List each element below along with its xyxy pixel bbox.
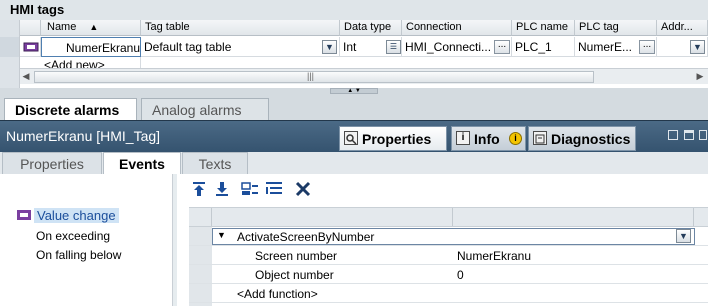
restore-window-icon[interactable] <box>668 130 678 140</box>
collapse-arrow-icon[interactable]: ▼ <box>217 230 226 240</box>
param-value[interactable]: 0 <box>457 268 464 282</box>
tag-icon <box>20 37 41 57</box>
function-grid-header <box>189 207 708 227</box>
param-name: Screen number <box>255 249 338 263</box>
icon-column-header <box>20 20 41 36</box>
sort-asc-icon: ▲ <box>89 22 99 32</box>
inspector-object-title: NumerEkranu [HMI_Tag] <box>6 128 161 144</box>
event-on-falling-below[interactable]: On falling below <box>36 248 121 262</box>
move-down-icon[interactable] <box>212 181 232 201</box>
float-window-icon[interactable] <box>699 130 707 140</box>
horizontal-scrollbar[interactable]: ◀ ||| ▶ <box>20 68 708 84</box>
expand-all-icon[interactable] <box>240 181 260 201</box>
plc-tag-browse-button[interactable]: ... <box>639 40 655 54</box>
sub-tabs-bar: Properties Events Texts <box>0 152 708 174</box>
tab-analog-alarms[interactable]: Analog alarms <box>141 98 269 120</box>
tag-name-cell[interactable]: NumerEkranu <box>41 37 141 57</box>
diagnostics-icon <box>533 131 547 145</box>
maximize-window-icon[interactable] <box>684 130 694 140</box>
tab-discrete-alarms[interactable]: Discrete alarms <box>4 98 137 120</box>
inspector-header: NumerEkranu [HMI_Tag] Properties i Info … <box>0 120 708 152</box>
tab-info[interactable]: i Info i <box>451 126 526 151</box>
param-value[interactable]: NumerEkranu <box>457 249 531 263</box>
info-warning-badge: i <box>509 132 522 145</box>
scroll-left-icon[interactable]: ◀ <box>20 71 32 83</box>
collapse-all-icon[interactable] <box>264 181 284 201</box>
scroll-thumb[interactable]: ||| <box>34 71 594 83</box>
tab-diagnostics[interactable]: Diagnostics <box>528 126 636 151</box>
param-row-screen-number[interactable]: Screen number NumerEkranu <box>189 246 708 265</box>
param-name: Object number <box>255 268 334 282</box>
function-name: ActivateScreenByNumber <box>237 230 375 244</box>
function-row[interactable]: ▼ ActivateScreenByNumber ▼ <box>189 227 708 246</box>
add-function-row[interactable]: <Add function> <box>189 284 708 303</box>
function-list-toolbar <box>177 178 708 204</box>
function-dropdown-button[interactable]: ▼ <box>676 229 691 243</box>
column-header-tag-table[interactable]: Tag table <box>141 20 340 36</box>
tag-table-dropdown-button[interactable]: ▼ <box>322 40 337 54</box>
tab-sub-texts[interactable]: Texts <box>182 152 248 174</box>
column-header-address[interactable]: Addr... <box>657 20 708 36</box>
column-header-data-type[interactable]: Data type <box>340 20 402 36</box>
hmi-tags-title: HMI tags <box>0 0 708 20</box>
event-on-exceeding[interactable]: On exceeding <box>36 229 110 243</box>
column-header-connection[interactable]: Connection <box>402 20 512 36</box>
param-row-object-number[interactable]: Object number 0 <box>189 265 708 284</box>
address-dropdown-button[interactable]: ▼ <box>690 40 705 54</box>
add-function[interactable]: <Add function> <box>237 287 318 301</box>
connection-browse-button[interactable]: ... <box>494 40 510 54</box>
move-up-icon[interactable] <box>189 181 209 201</box>
plc-name-cell[interactable]: PLC_1 <box>512 37 575 57</box>
column-header-name[interactable]: Name ▲ <box>41 20 141 36</box>
event-value-change[interactable]: Value change <box>34 208 119 223</box>
tag-table-cell[interactable]: Default tag table <box>141 37 340 57</box>
tab-properties[interactable]: Properties <box>339 126 447 151</box>
tab-sub-properties[interactable]: Properties <box>2 152 102 174</box>
tab-sub-events[interactable]: Events <box>103 152 181 174</box>
value-change-icon <box>17 209 31 221</box>
scroll-right-icon[interactable]: ▶ <box>694 71 706 83</box>
row-selector[interactable] <box>0 37 20 57</box>
properties-icon <box>344 131 358 145</box>
events-list: Value change On exceeding On falling bel… <box>0 174 173 306</box>
splitter-handle[interactable]: ▲ ▼ <box>330 88 378 94</box>
column-header-plc-tag[interactable]: PLC tag <box>575 20 657 36</box>
tag-table-value: Default tag table <box>144 40 232 54</box>
info-icon: i <box>456 131 470 145</box>
data-type-list-icon[interactable]: ☰ <box>386 40 401 54</box>
function-select[interactable]: ▼ ActivateScreenByNumber ▼ <box>212 228 695 245</box>
delete-icon[interactable] <box>293 181 313 201</box>
alarm-tabs-bar: ▲ ▼ Discrete alarms Analog alarms <box>0 88 708 120</box>
column-header-plc-name[interactable]: PLC name <box>512 20 575 36</box>
